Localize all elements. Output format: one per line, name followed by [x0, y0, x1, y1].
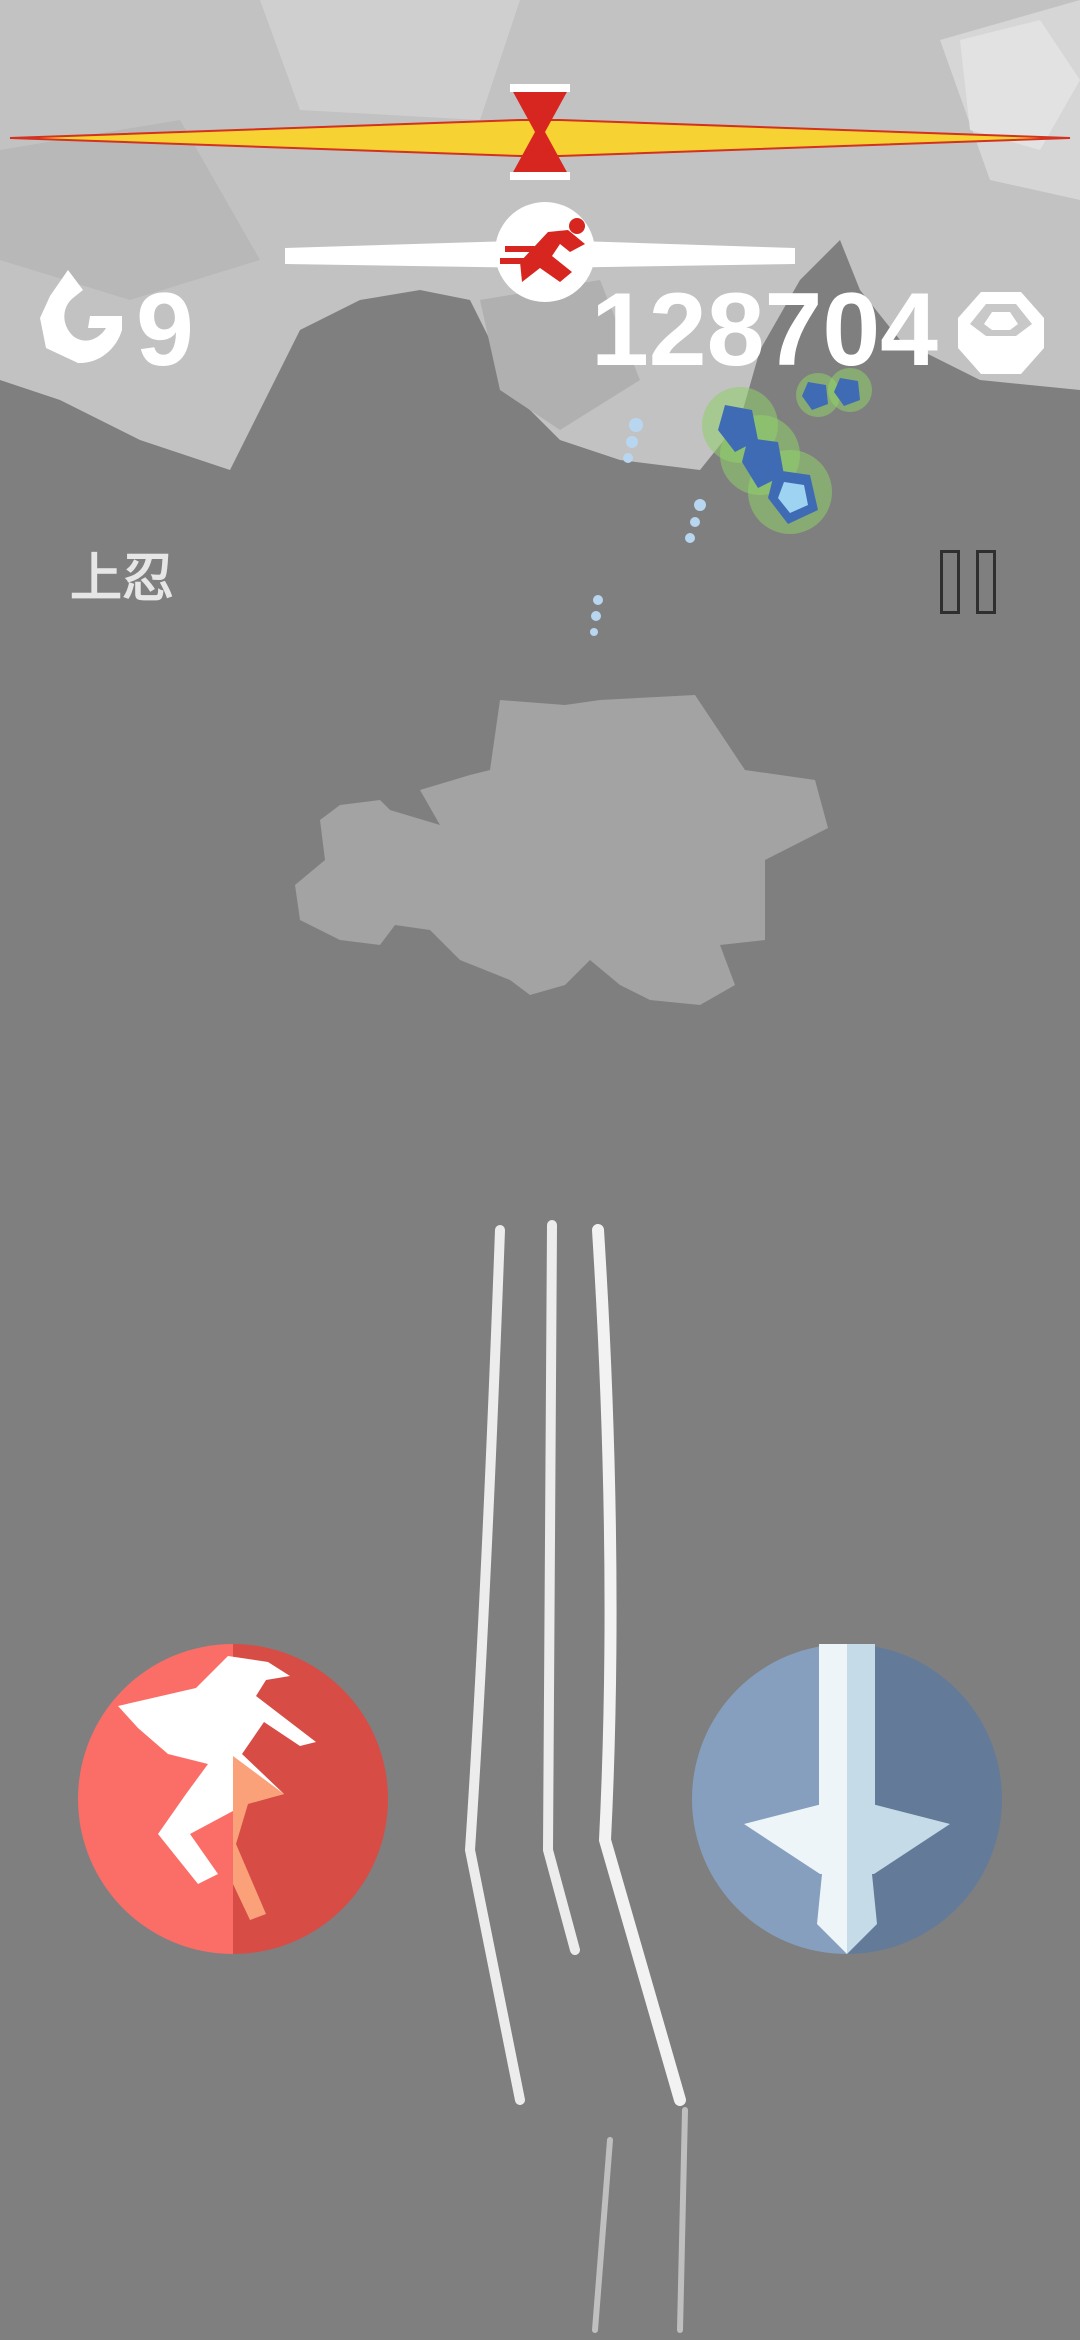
pause-icon-bar [976, 550, 996, 614]
sword-icon [692, 1644, 1002, 1954]
slash-trails [464, 1220, 688, 2333]
game-screen[interactable]: 9 128704 上忍 [0, 0, 1080, 2340]
enemy-trail-dots [590, 418, 706, 636]
rank-label: 上忍 [70, 549, 175, 609]
jump-button[interactable] [78, 1644, 388, 1954]
ninja-jump-icon [78, 1644, 388, 1954]
attack-button[interactable] [692, 1644, 1002, 1954]
enemy-cluster-small [796, 368, 872, 417]
pause-button[interactable] [932, 548, 1004, 620]
pause-icon [940, 550, 960, 614]
floating-rock [295, 695, 828, 1005]
